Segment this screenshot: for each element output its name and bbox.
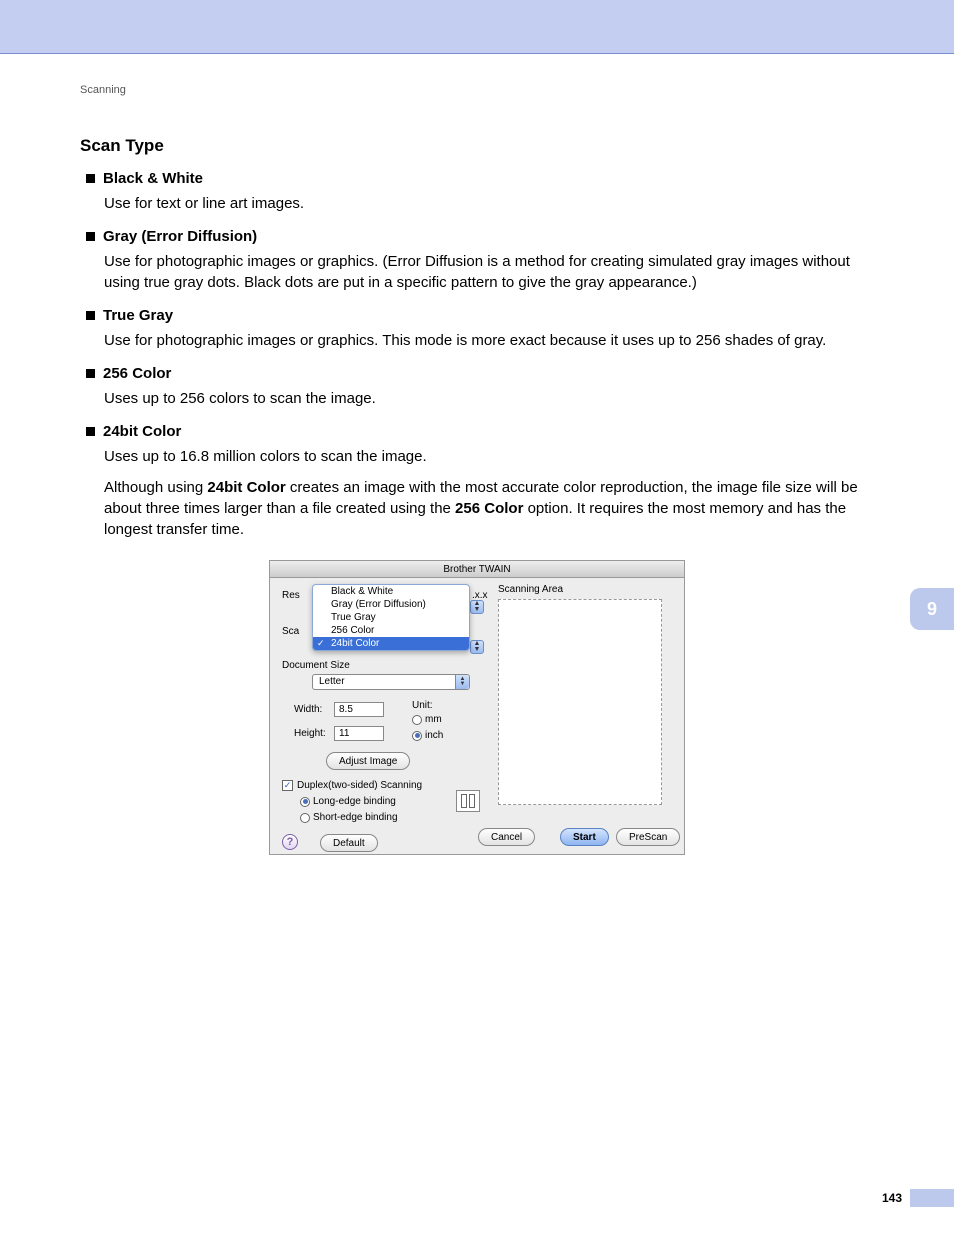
resolution-label-truncated: Res xyxy=(282,590,300,601)
item-heading: 24bit Color xyxy=(103,423,181,440)
item-body: Uses up to 256 colors to scan the image. xyxy=(80,388,874,409)
scan-type-option-selected[interactable]: 24bit Color xyxy=(313,637,469,650)
height-label: Height: xyxy=(294,728,326,739)
duplex-checkbox[interactable]: ✓ Duplex(two-sided) Scanning xyxy=(282,780,422,791)
scan-type-item: Black & White Use for text or line art i… xyxy=(80,170,874,214)
item-heading: Black & White xyxy=(103,170,203,187)
document-size-label: Document Size xyxy=(282,660,350,671)
scan-type-option[interactable]: Black & White xyxy=(313,585,469,598)
square-bullet-icon xyxy=(86,174,95,183)
long-edge-binding-radio[interactable]: Long-edge binding xyxy=(300,796,396,807)
height-input[interactable]: 11 xyxy=(334,726,384,741)
dropdown-arrow-icon[interactable]: ▲▼ xyxy=(470,600,484,614)
default-button[interactable]: Default xyxy=(320,834,378,852)
page-content: Scanning Scan Type Black & White Use for… xyxy=(0,54,954,855)
document-size-select[interactable]: Letter ▲▼ xyxy=(312,674,470,690)
section-title: Scan Type xyxy=(80,136,874,156)
item-body: Use for photographic images or graphics.… xyxy=(80,251,874,293)
scan-type-item: Gray (Error Diffusion) Use for photograp… xyxy=(80,228,874,293)
checkbox-checked-icon: ✓ xyxy=(282,780,293,791)
start-button[interactable]: Start xyxy=(560,828,609,846)
dropdown-arrow-icon[interactable]: ▲▼ xyxy=(470,640,484,654)
item-body: Use for text or line art images. xyxy=(80,193,874,214)
twain-dialog: Brother TWAIN Res Sca .x.x ▲▼ ▲▼ Black &… xyxy=(269,560,685,855)
dialog-titlebar: Brother TWAIN xyxy=(270,561,684,578)
item-heading: Gray (Error Diffusion) xyxy=(103,228,257,245)
scan-type-item: 256 Color Uses up to 256 colors to scan … xyxy=(80,365,874,409)
unit-mm-radio[interactable]: mm xyxy=(412,714,442,725)
chapter-tab: 9 xyxy=(910,588,954,630)
page-number: 143 xyxy=(882,1191,902,1205)
item-heading: 256 Color xyxy=(103,365,171,382)
page-number-stripe xyxy=(910,1189,954,1207)
scanning-area-preview[interactable] xyxy=(498,599,662,805)
square-bullet-icon xyxy=(86,369,95,378)
item-heading: True Gray xyxy=(103,307,173,324)
adjust-image-button[interactable]: Adjust Image xyxy=(326,752,410,770)
square-bullet-icon xyxy=(86,311,95,320)
width-input[interactable]: 8.5 xyxy=(334,702,384,717)
cancel-button[interactable]: Cancel xyxy=(478,828,535,846)
scan-type-item: True Gray Use for photographic images or… xyxy=(80,307,874,351)
breadcrumb: Scanning xyxy=(80,84,874,96)
unit-inch-radio[interactable]: inch xyxy=(412,730,443,741)
square-bullet-icon xyxy=(86,427,95,436)
scan-type-option[interactable]: True Gray xyxy=(313,611,469,624)
top-banner xyxy=(0,0,954,54)
scan-type-option[interactable]: Gray (Error Diffusion) xyxy=(313,598,469,611)
unit-label: Unit: xyxy=(412,700,433,711)
item-body: Use for photographic images or graphics.… xyxy=(80,330,874,351)
scantype-label-truncated: Sca xyxy=(282,626,299,637)
chevron-updown-icon: ▲▼ xyxy=(455,675,469,689)
prescan-button[interactable]: PreScan xyxy=(616,828,680,846)
scan-type-dropdown[interactable]: Black & White Gray (Error Diffusion) Tru… xyxy=(312,584,470,651)
scan-type-item: 24bit Color Uses up to 16.8 million colo… xyxy=(80,423,874,540)
width-label: Width: xyxy=(294,704,322,715)
item-note: Although using 24bit Color creates an im… xyxy=(80,477,874,540)
scanning-area-label: Scanning Area xyxy=(498,584,674,595)
short-edge-binding-radio[interactable]: Short-edge binding xyxy=(300,812,398,823)
item-body: Uses up to 16.8 million colors to scan t… xyxy=(80,446,874,467)
square-bullet-icon xyxy=(86,232,95,241)
help-icon[interactable]: ? xyxy=(282,834,298,850)
scan-type-option[interactable]: 256 Color xyxy=(313,624,469,637)
binding-preview-icon xyxy=(456,790,480,812)
